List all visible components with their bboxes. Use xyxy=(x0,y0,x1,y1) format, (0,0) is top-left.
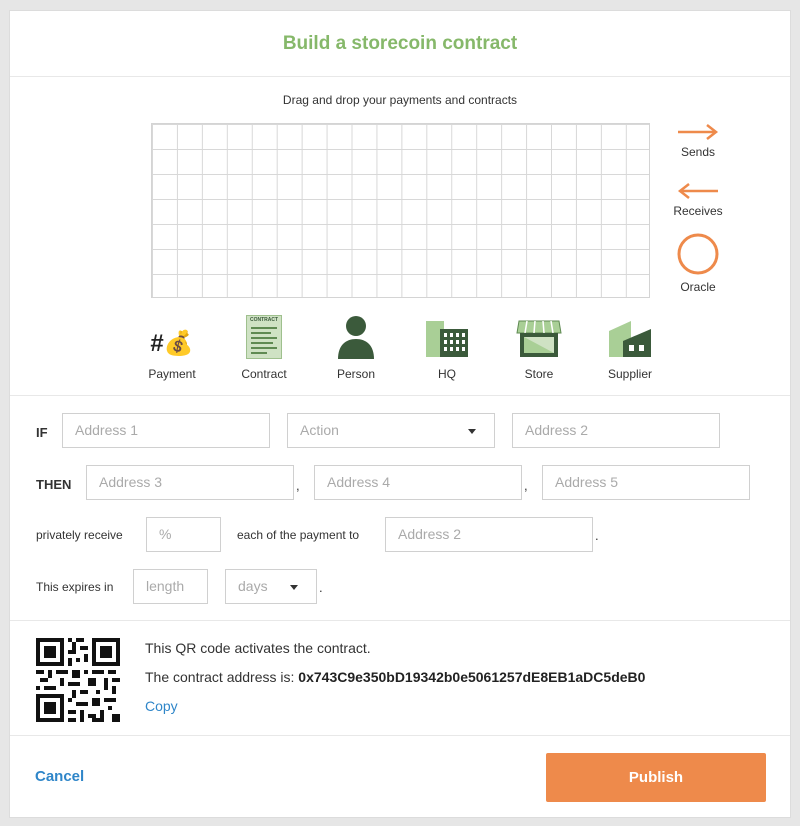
unit-select-value: days xyxy=(238,578,268,594)
palette-payment-label: Payment xyxy=(148,367,196,381)
if-label: IF xyxy=(36,425,48,440)
person-icon xyxy=(338,316,374,359)
arrow-left-icon xyxy=(677,183,718,199)
legend-sends: Sends xyxy=(663,123,733,159)
then-label: THEN xyxy=(36,477,72,492)
percent-input[interactable]: % xyxy=(146,517,221,552)
palette-contract-label: Contract xyxy=(241,367,287,381)
privately-receive-label: privately receive xyxy=(36,528,123,542)
palette-payment[interactable]: #💰 Payment xyxy=(132,315,212,381)
comma-2: , xyxy=(524,478,528,493)
cancel-button[interactable]: Cancel xyxy=(35,768,84,785)
length-input[interactable]: length xyxy=(133,569,208,604)
palette-contract[interactable]: CONTRACT Contract xyxy=(224,315,304,381)
address5-input[interactable]: Address 5 xyxy=(542,465,750,500)
store-icon xyxy=(516,320,562,357)
unit-select[interactable]: days xyxy=(225,569,317,604)
contract-icon: CONTRACT xyxy=(246,315,282,359)
contract-address-value: 0x743C9e350bD19342b0e5061257dE8EB1aDC5de… xyxy=(298,669,646,685)
supplier-factory-icon xyxy=(609,321,651,357)
palette-store-label: Store xyxy=(524,367,554,381)
address3-input[interactable]: Address 3 xyxy=(86,465,294,500)
address2-input[interactable]: Address 2 xyxy=(512,413,720,448)
action-select-value: Action xyxy=(300,422,339,438)
palette-person-label: Person xyxy=(336,367,376,381)
circle-icon xyxy=(677,233,719,275)
palette-hq-label: HQ xyxy=(438,367,456,381)
qr-activates-text: This QR code activates the contract. xyxy=(145,640,371,656)
period-2: . xyxy=(319,580,323,595)
hq-building-icon xyxy=(426,321,468,357)
contract-builder-modal: Build a storecoin contract Drag and drop… xyxy=(9,10,791,818)
palette-supplier-label: Supplier xyxy=(607,367,653,381)
divider-builder xyxy=(10,395,790,396)
palette-hq[interactable]: HQ xyxy=(407,315,487,381)
recipient-address-input[interactable]: Address 2 xyxy=(385,517,593,552)
contract-canvas-grid[interactable] xyxy=(151,123,650,298)
palette-supplier[interactable]: Supplier xyxy=(590,315,670,381)
publish-button[interactable]: Publish xyxy=(546,753,766,802)
comma-1: , xyxy=(296,478,300,493)
arrow-right-icon xyxy=(678,124,719,140)
divider-footer xyxy=(10,735,790,736)
palette-person[interactable]: Person xyxy=(316,315,396,381)
copy-address-link[interactable]: Copy xyxy=(145,698,178,714)
palette-store[interactable]: Store xyxy=(499,315,579,381)
each-payment-to-label: each of the payment to xyxy=(237,528,360,542)
legend-oracle: Oracle xyxy=(663,232,733,294)
drag-drop-hint: Drag and drop your payments and contract… xyxy=(282,93,518,107)
legend-sends-label: Sends xyxy=(680,145,716,159)
legend-receives-label: Receives xyxy=(673,204,723,218)
contract-address-line: The contract address is: 0x743C9e350bD19… xyxy=(145,669,645,685)
payment-icon: #💰 xyxy=(150,330,194,357)
contract-address-prefix: The contract address is: xyxy=(145,669,295,685)
legend-receives: Receives xyxy=(663,182,733,218)
period-1: . xyxy=(595,528,599,543)
expires-label: This expires in xyxy=(36,580,114,594)
divider-form xyxy=(10,620,790,621)
legend-oracle-label: Oracle xyxy=(680,280,716,294)
address4-input[interactable]: Address 4 xyxy=(314,465,522,500)
action-select[interactable]: Action xyxy=(287,413,495,448)
qr-code-icon xyxy=(36,638,120,722)
address1-input[interactable]: Address 1 xyxy=(62,413,270,448)
modal-title: Build a storecoin contract xyxy=(10,11,790,77)
